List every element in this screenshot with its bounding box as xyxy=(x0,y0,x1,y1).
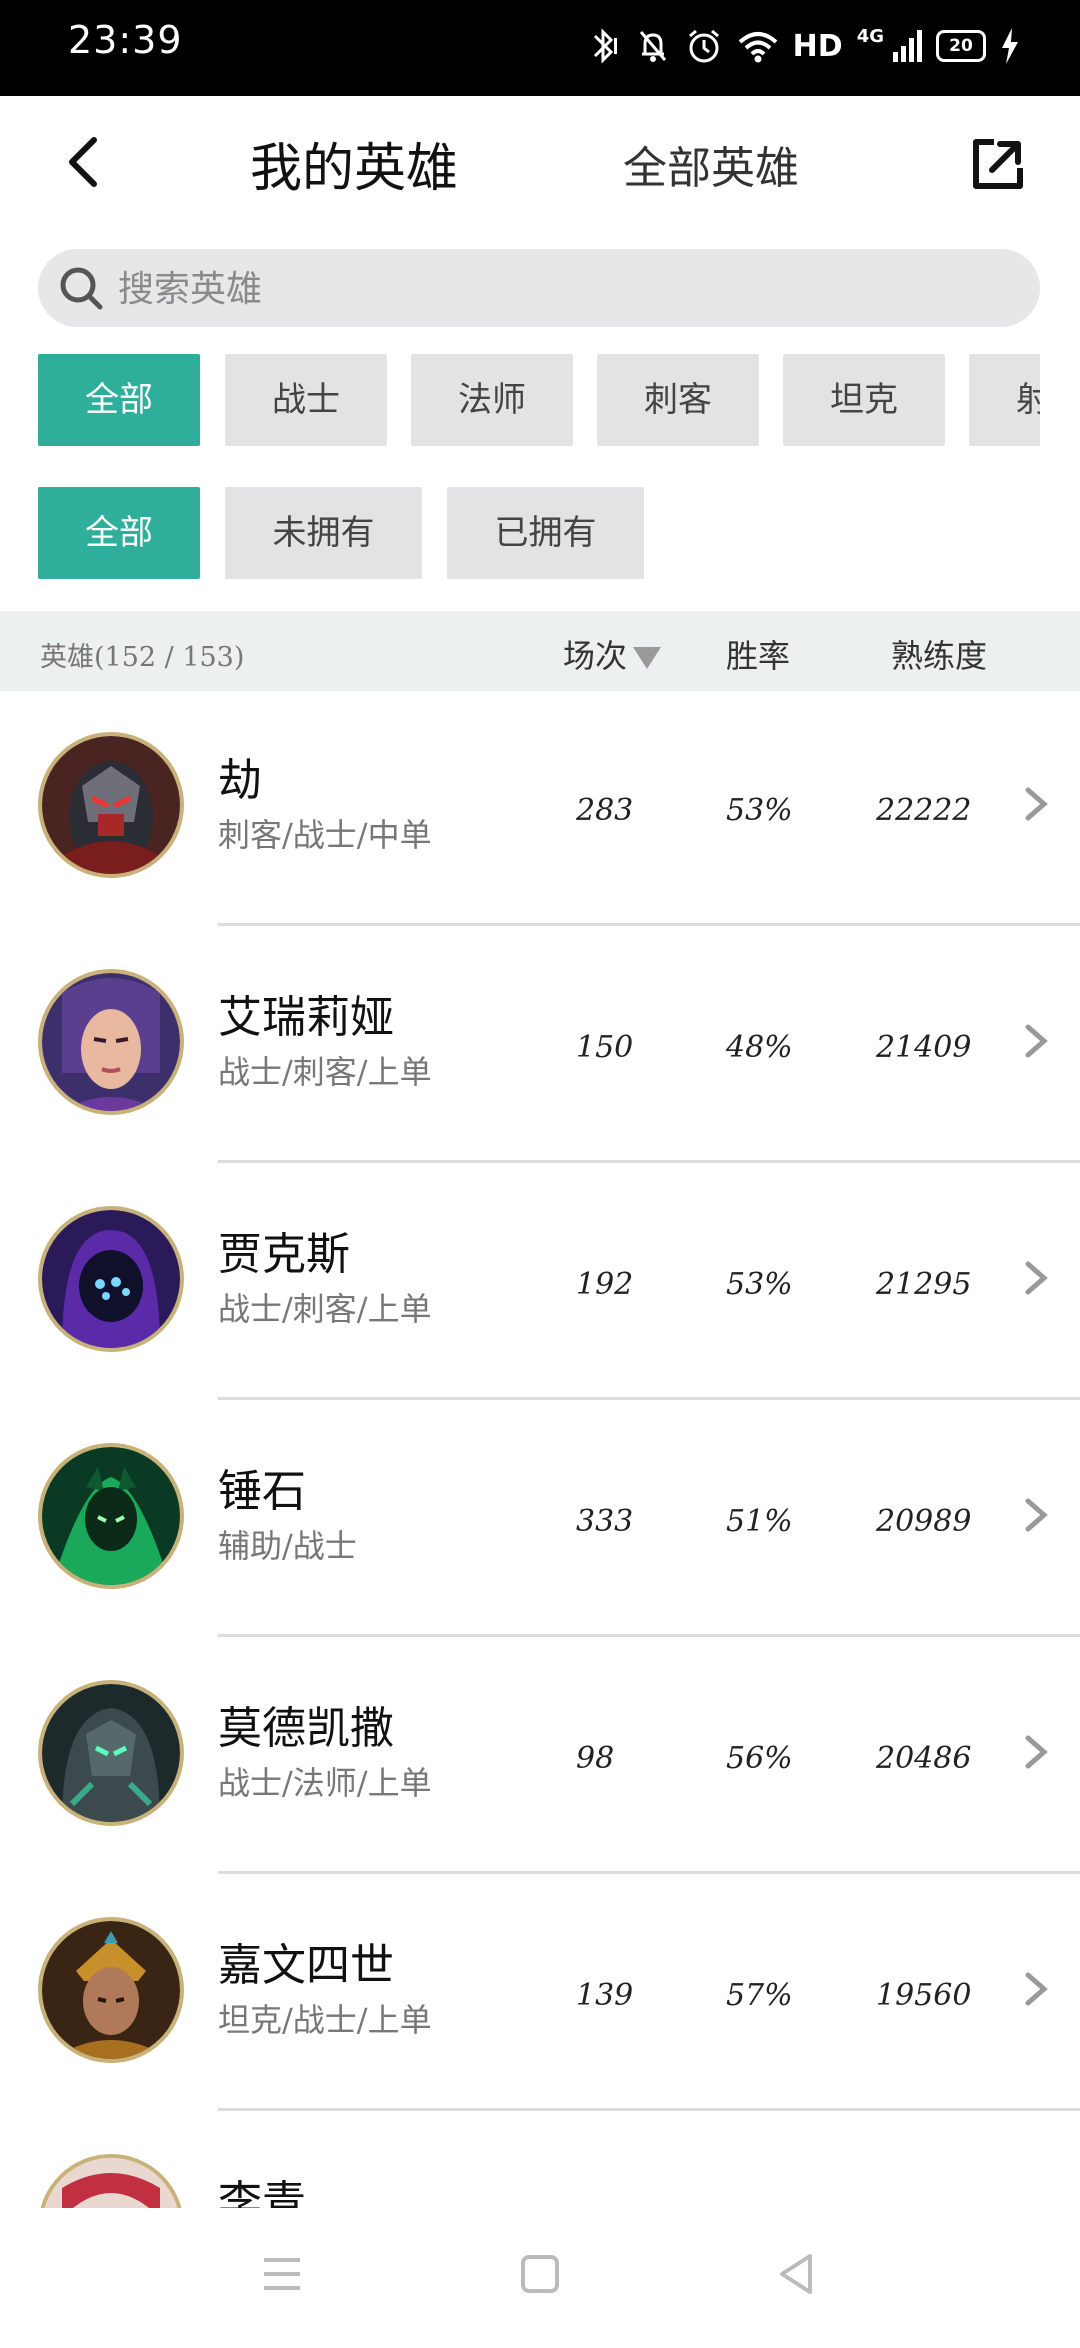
chevron-right-icon xyxy=(1025,787,1048,821)
hero-games: 139 xyxy=(576,1978,634,2013)
status-bar: 23:39 HD 4G 20 xyxy=(0,0,1080,96)
hero-avatar xyxy=(38,1917,184,2063)
hero-games: 333 xyxy=(576,1504,634,1539)
hero-row[interactable]: 嘉文四世 坦克/战士/上单 139 57% 19560 xyxy=(0,1874,1080,2111)
hero-winrate: 57% xyxy=(726,1978,793,2013)
own-filter-unowned[interactable]: 未拥有 xyxy=(225,487,422,579)
battery-icon: 20 xyxy=(936,30,986,62)
own-filter-all[interactable]: 全部 xyxy=(38,487,200,579)
hero-avatar xyxy=(38,1680,184,1826)
chevron-right-icon xyxy=(1025,1024,1048,1058)
hero-mastery: 22222 xyxy=(876,793,972,828)
hero-roles: 战士/法师/上单 xyxy=(218,1764,432,1802)
hero-avatar xyxy=(38,732,184,878)
bluetooth-icon xyxy=(593,28,617,64)
tab-my-heroes[interactable]: 我的英雄 xyxy=(250,126,458,201)
hero-avatar xyxy=(38,1206,184,1352)
ownership-filter-row: 全部 未拥有 已拥有 xyxy=(38,487,1040,579)
hero-winrate: 51% xyxy=(726,1504,793,1539)
top-bar: 我的英雄 全部英雄 xyxy=(0,96,1080,228)
hero-games: 192 xyxy=(576,1267,634,1302)
hero-name: 艾瑞莉娅 xyxy=(218,992,394,1043)
charging-icon xyxy=(1002,28,1018,64)
hero-roles: 坦克/战士/上单 xyxy=(218,2001,432,2039)
hero-winrate: 48% xyxy=(726,1030,793,1065)
hd-indicator: HD xyxy=(792,28,843,64)
chevron-right-icon xyxy=(1025,1735,1048,1769)
winrate-column-label[interactable]: 胜率 xyxy=(726,631,790,677)
hero-roles: 战士/刺客/上单 xyxy=(218,1290,432,1328)
hero-roles: 战士/刺客/上单 xyxy=(218,1053,432,1091)
network-type: 4G xyxy=(856,25,884,47)
role-filter-row: 全部 战士 法师 刺客 坦克 射手 xyxy=(38,354,1040,446)
hero-winrate: 53% xyxy=(726,793,793,828)
hero-name: 劫 xyxy=(218,755,262,806)
hero-winrate: 53% xyxy=(726,1267,793,1302)
sort-games-button[interactable]: 场次 xyxy=(563,631,662,677)
list-header: 英雄(152 / 153) 场次 胜率 熟练度 xyxy=(0,611,1080,691)
chevron-right-icon xyxy=(1025,1972,1048,2006)
role-filter-mage[interactable]: 法师 xyxy=(411,354,573,446)
status-icons: HD 4G 20 xyxy=(587,22,1020,70)
clock: 23:39 xyxy=(68,18,183,62)
hero-roles: 刺客/战士/中单 xyxy=(218,816,432,854)
hero-name: 嘉文四世 xyxy=(218,1940,394,1991)
tab-all-heroes[interactable]: 全部英雄 xyxy=(623,132,799,196)
games-column-label: 场次 xyxy=(563,637,628,675)
hero-avatar xyxy=(38,969,184,1115)
back-arrow-icon[interactable] xyxy=(56,132,116,192)
hero-games: 98 xyxy=(576,1741,615,1776)
hero-mastery: 20989 xyxy=(876,1504,972,1539)
hero-row[interactable]: 劫 刺客/战士/中单 283 53% 22222 xyxy=(0,689,1080,926)
hero-winrate: 56% xyxy=(726,1741,793,1776)
role-filter-all[interactable]: 全部 xyxy=(38,354,200,446)
menu-icon[interactable] xyxy=(258,2250,306,2298)
own-filter-owned[interactable]: 已拥有 xyxy=(447,487,644,579)
hero-row[interactable]: 艾瑞莉娅 战士/刺客/上单 150 48% 21409 xyxy=(0,926,1080,1163)
hero-games: 150 xyxy=(576,1030,634,1065)
role-filter-fighter[interactable]: 战士 xyxy=(225,354,387,446)
hero-mastery: 21409 xyxy=(876,1030,972,1065)
hero-avatar xyxy=(38,1443,184,1589)
role-filter-tank[interactable]: 坦克 xyxy=(783,354,945,446)
role-filter-marksman[interactable]: 射手 xyxy=(969,354,1040,446)
hero-row[interactable]: 贾克斯 战士/刺客/上单 192 53% 21295 xyxy=(0,1163,1080,1400)
role-filter-assassin[interactable]: 刺客 xyxy=(597,354,759,446)
alarm-icon xyxy=(688,29,719,63)
hero-games: 283 xyxy=(576,793,634,828)
hero-count-label: 英雄(152 / 153) xyxy=(40,642,245,673)
hero-mastery: 20486 xyxy=(876,1741,972,1776)
home-icon[interactable] xyxy=(516,2250,564,2298)
hero-row[interactable]: 锤石 辅助/战士 333 51% 20989 xyxy=(0,1400,1080,1637)
sort-desc-icon xyxy=(633,647,662,669)
mastery-column-label[interactable]: 熟练度 xyxy=(891,631,987,677)
search-input[interactable] xyxy=(116,249,1000,329)
hero-name: 贾克斯 xyxy=(218,1229,350,1280)
hero-roles: 辅助/战士 xyxy=(218,1527,357,1565)
share-icon[interactable] xyxy=(970,136,1026,192)
wifi-icon xyxy=(738,32,777,63)
back-triangle-icon[interactable] xyxy=(772,2250,820,2298)
hero-mastery: 21295 xyxy=(876,1267,972,1302)
hero-row[interactable]: 莫德凯撒 战士/法师/上单 98 56% 20486 xyxy=(0,1637,1080,1874)
signal-icon xyxy=(893,30,922,62)
system-nav-bar xyxy=(0,2208,1080,2340)
hero-name: 莫德凯撒 xyxy=(218,1703,394,1754)
mute-bell-icon xyxy=(639,31,666,62)
chevron-right-icon xyxy=(1025,1261,1048,1295)
chevron-right-icon xyxy=(1025,1498,1048,1532)
search-icon xyxy=(60,267,103,310)
hero-mastery: 19560 xyxy=(876,1978,972,2013)
hero-name: 锤石 xyxy=(218,1466,306,1517)
search-bar[interactable] xyxy=(38,249,1040,329)
